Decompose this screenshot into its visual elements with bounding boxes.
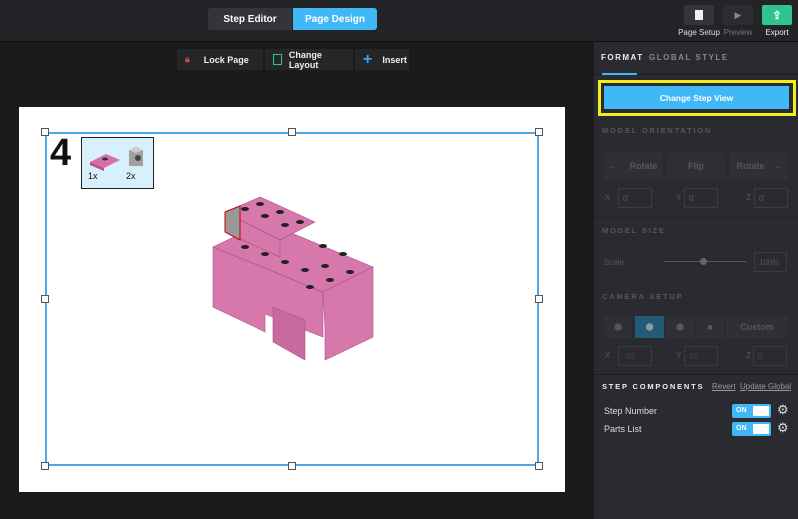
change-step-view-button[interactable]: Change Step View <box>604 86 789 109</box>
resize-handle[interactable] <box>41 462 49 470</box>
rotation-y-input[interactable]: 0' <box>684 188 718 208</box>
tab-page-design[interactable]: Page Design <box>293 8 377 30</box>
scale-slider-thumb[interactable] <box>700 258 707 265</box>
rotate-right-button[interactable]: Rotate → <box>730 153 788 179</box>
resize-handle[interactable] <box>288 462 296 470</box>
y-label: Y <box>676 351 682 360</box>
resize-handle[interactable] <box>41 295 49 303</box>
scale-label: Scale <box>604 258 625 267</box>
gear-icon[interactable]: ⚙ <box>777 402 789 418</box>
parts-list-toggle[interactable]: ON <box>732 422 771 436</box>
revert-link[interactable]: Revert <box>712 382 736 391</box>
tab-format[interactable]: FORMAT <box>601 53 644 62</box>
camera-setup-title: CAMERA SETUP <box>602 292 684 301</box>
update-global-link[interactable]: Update Global <box>740 382 791 391</box>
insert-label: Insert <box>382 54 407 65</box>
rotation-z-input[interactable]: 0' <box>754 188 788 208</box>
toggle-state: ON <box>736 425 747 432</box>
resize-handle[interactable] <box>288 128 296 136</box>
camera-custom-button[interactable]: Custom <box>726 316 788 338</box>
active-tab-indicator <box>602 73 637 75</box>
lock-page-button[interactable]: 🔒︎ Lock Page <box>177 49 263 70</box>
flip-label: Flip <box>688 161 704 171</box>
rotate-left-button[interactable]: ← Rotate <box>604 153 662 179</box>
resize-handle[interactable] <box>535 462 543 470</box>
play-icon: ▶ <box>734 9 742 20</box>
camera-x-input[interactable]: -30 <box>618 346 652 366</box>
page-setup-label: Page Setup <box>678 28 720 37</box>
arrow-right-icon: → <box>772 161 782 171</box>
square-icon: ■ <box>707 322 713 332</box>
rotate-right-label: Rotate <box>736 161 765 171</box>
camera-z-input[interactable]: 0' <box>753 346 787 366</box>
change-layout-button[interactable]: Change Layout <box>265 49 353 70</box>
export-label: Export <box>765 28 789 37</box>
y-label: Y <box>676 193 682 202</box>
preview-label: Preview <box>723 28 753 37</box>
export-icon: ⇪ <box>772 9 782 22</box>
step-components-title: STEP COMPONENTS <box>602 382 705 391</box>
resize-handle[interactable] <box>535 295 543 303</box>
tab-global-style[interactable]: GLOBAL STYLE <box>649 53 729 62</box>
gear-icon[interactable]: ⚙ <box>777 420 789 436</box>
resize-handle[interactable] <box>535 128 543 136</box>
plus-icon: + <box>363 50 373 68</box>
parts-list-label: Parts List <box>604 424 642 434</box>
step-number-toggle[interactable]: ON <box>732 404 771 418</box>
z-label: Z <box>746 351 751 360</box>
selection-box[interactable] <box>45 132 539 466</box>
flip-button[interactable]: Flip <box>667 153 725 179</box>
page-icon <box>695 10 703 20</box>
format-panel: FORMAT GLOBAL STYLE Change Step View MOD… <box>594 42 798 519</box>
cube-icon: ⬢ <box>645 321 654 332</box>
layout-icon <box>273 54 282 65</box>
resize-handle[interactable] <box>41 128 49 136</box>
page-setup-button[interactable] <box>684 5 714 25</box>
camera-front-left-button[interactable]: ⬢ <box>604 316 632 338</box>
x-label: X <box>605 193 611 202</box>
step-number-label: Step Number <box>604 406 658 416</box>
model-orientation-title: MODEL ORIENTATION <box>602 126 713 135</box>
toggle-state: ON <box>736 407 747 414</box>
camera-front-right-button[interactable]: ⬢ <box>666 316 694 338</box>
insert-button[interactable]: + Insert <box>355 49 409 70</box>
cube-icon: ⬢ <box>614 321 622 332</box>
change-layout-label: Change Layout <box>288 49 322 70</box>
model-size-title: MODEL SIZE <box>602 226 666 235</box>
camera-front-button[interactable]: ■ <box>696 316 724 338</box>
rotation-x-input[interactable]: 0' <box>618 188 652 208</box>
cube-icon: ⬢ <box>676 321 684 332</box>
camera-y-input[interactable]: 45 <box>684 346 718 366</box>
lock-page-label: Lock Page <box>203 54 249 65</box>
divider <box>594 374 798 375</box>
arrow-left-icon: ← <box>608 161 618 171</box>
preview-button[interactable]: ▶ <box>723 5 753 25</box>
camera-iso-button[interactable]: ⬢ <box>635 316 664 338</box>
tab-step-editor[interactable]: Step Editor <box>208 8 292 30</box>
scale-input[interactable]: 100% <box>754 252 787 272</box>
divider <box>594 217 798 218</box>
top-bar: Step Editor Page Design Page Setup ▶ Pre… <box>0 0 798 42</box>
export-button[interactable]: ⇪ <box>762 5 792 25</box>
lock-icon: 🔒︎ <box>185 54 190 64</box>
x-label: X <box>605 351 611 360</box>
rotate-left-label: Rotate <box>629 161 658 171</box>
z-label: Z <box>746 193 751 202</box>
